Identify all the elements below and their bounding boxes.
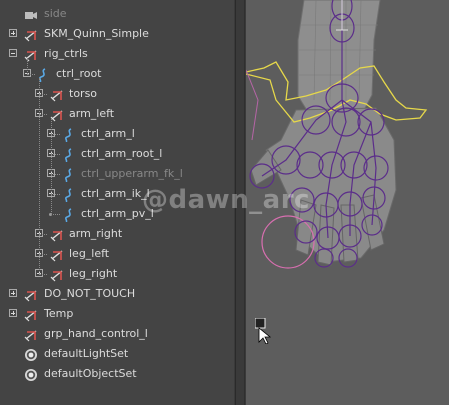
outliner-item-label: ctrl_root	[56, 67, 102, 80]
tree-guide-line	[51, 154, 60, 155]
outliner-item-label: torso	[69, 87, 98, 100]
outliner-item[interactable]: leg_left	[0, 244, 234, 264]
tree-guide-line	[39, 254, 47, 255]
outliner-item[interactable]: ctrl_arm_root_l	[0, 144, 234, 164]
outliner-item[interactable]: arm_left	[0, 104, 234, 124]
outliner-item-label: ctrl_upperarm_fk_l	[81, 167, 183, 180]
tree-guide-line	[51, 194, 60, 195]
outliner-item[interactable]: ctrl_arm_l	[0, 124, 234, 144]
outliner-item-label: leg_left	[69, 247, 110, 260]
outliner-item-label: rig_ctrls	[44, 47, 88, 60]
group-icon	[24, 327, 38, 342]
outliner-item[interactable]: Temp	[0, 304, 234, 324]
pink-curve	[246, 69, 259, 141]
group-icon	[50, 247, 64, 262]
outliner-item-label: ctrl_arm_l	[81, 127, 135, 140]
tree-guide-line	[39, 94, 47, 95]
outliner-item-label: arm_right	[69, 227, 123, 240]
outliner-item[interactable]: leg_right	[0, 264, 234, 284]
expand-toggle-icon[interactable]	[9, 29, 17, 37]
outliner-item[interactable]: arm_right	[0, 224, 234, 244]
group-icon	[50, 267, 64, 282]
expand-toggle-icon[interactable]	[9, 289, 17, 297]
tree-guide-line	[51, 118, 52, 214]
outliner-item[interactable]: torso	[0, 84, 234, 104]
camera-icon	[24, 7, 38, 21]
group-icon	[24, 307, 38, 322]
outliner-item[interactable]: SKM_Quinn_Simple	[0, 24, 234, 44]
outliner-item-label: Temp	[44, 307, 74, 320]
curve-icon	[62, 207, 76, 223]
set-icon	[24, 347, 38, 361]
outliner-item-label: leg_right	[69, 267, 118, 280]
tree-guide-line	[51, 174, 60, 175]
tree-guide-line	[39, 114, 47, 115]
curve-icon	[62, 187, 76, 203]
group-icon	[50, 87, 64, 102]
outliner-item[interactable]: ctrl_upperarm_fk_l	[0, 164, 234, 184]
outliner-item-label: ctrl_arm_root_l	[81, 147, 163, 160]
outliner-item-label: defaultObjectSet	[44, 367, 137, 380]
tree-guide-line	[51, 134, 60, 135]
mouse-cursor-icon	[255, 318, 271, 344]
outliner-item[interactable]: ctrl_root	[0, 64, 234, 84]
outliner-item[interactable]: DO_NOT_TOUCH	[0, 284, 234, 304]
outliner-item[interactable]: rig_ctrls	[0, 44, 234, 64]
set-icon	[24, 367, 38, 381]
curve-icon	[62, 127, 76, 143]
curve-icon	[62, 167, 76, 183]
tree-guide-line	[39, 234, 47, 235]
tree-guide-line	[39, 78, 40, 274]
outliner-item-label: defaultLightSet	[44, 347, 129, 360]
outliner-item[interactable]: defaultLightSet	[0, 344, 234, 364]
group-icon	[24, 27, 38, 42]
outliner-item[interactable]: side	[0, 4, 234, 24]
tree-guide-line	[27, 74, 35, 75]
tree-guide-line	[51, 214, 60, 215]
outliner-item-label: grp_hand_control_l	[44, 327, 148, 340]
tree-guide-line	[27, 58, 28, 74]
group-icon	[24, 287, 38, 302]
expand-toggle-icon[interactable]	[9, 309, 17, 317]
group-icon	[50, 227, 64, 242]
tree-guide-line	[39, 274, 47, 275]
outliner-item-label: ctrl_arm_ik_l	[81, 187, 150, 200]
collapse-toggle-icon[interactable]	[9, 49, 17, 57]
outliner-item-label: SKM_Quinn_Simple	[44, 27, 149, 40]
outliner-item-label: DO_NOT_TOUCH	[44, 287, 136, 300]
outliner-item[interactable]: grp_hand_control_l	[0, 324, 234, 344]
group-icon	[50, 107, 64, 122]
outliner-item-label: arm_left	[69, 107, 115, 120]
outliner-item[interactable]: defaultObjectSet	[0, 364, 234, 384]
curve-icon	[62, 147, 76, 163]
outliner-item-label: side	[44, 7, 67, 20]
watermark-text: @dawn_arc	[142, 185, 310, 215]
